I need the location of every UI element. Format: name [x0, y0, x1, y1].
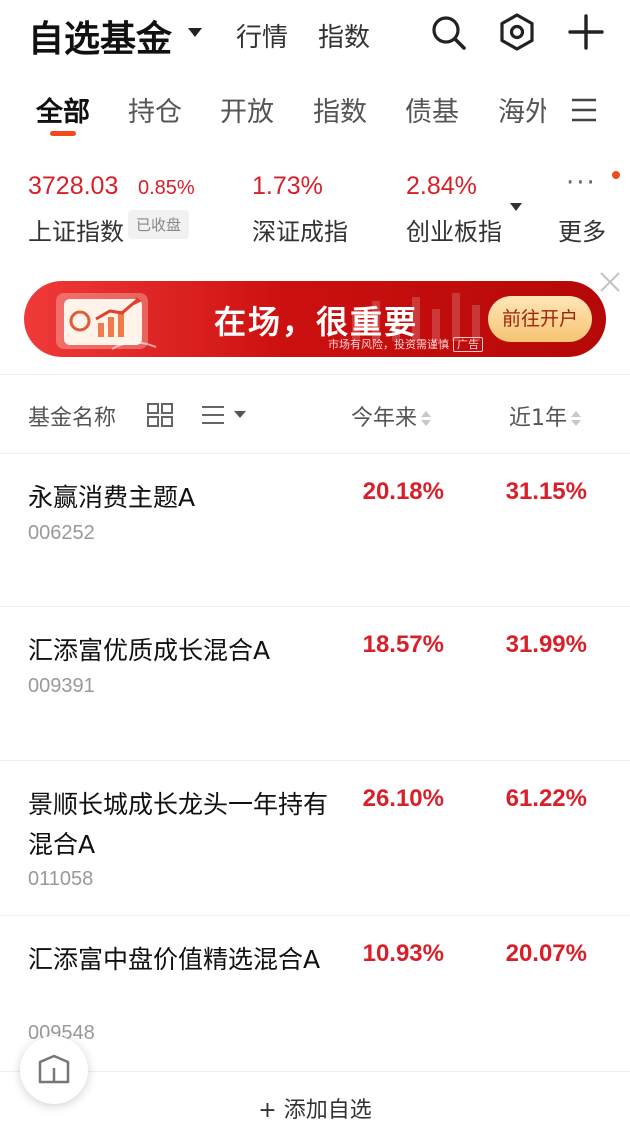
disclaimer-text: 市场有风险，投资需谨慎 — [328, 338, 449, 351]
top-header: 自选基金 行情 指数 — [0, 0, 630, 72]
nav-index[interactable]: 指数 — [318, 17, 370, 54]
tab-overseas[interactable]: 海外 — [498, 90, 546, 129]
grid-view-icon[interactable] — [146, 402, 174, 428]
risk-disclaimer: 市场有风险，投资需谨慎 广告 — [328, 336, 483, 352]
market-indices: 3728.03 0.85% 上证指数 已收盘 1.73% 深证成指 2.84% … — [0, 168, 630, 248]
notification-dot — [612, 171, 620, 179]
fund-row[interactable]: 汇添富优质成长混合A 009391 18.57% 31.99% — [0, 607, 630, 761]
list-filter-icon[interactable] — [200, 402, 250, 428]
open-account-button[interactable]: 前往开户 — [488, 296, 592, 342]
column-1y-label: 近1年 — [509, 406, 567, 431]
fund-1y-return: 31.99% — [505, 631, 587, 658]
menu-lines-icon[interactable] — [570, 96, 598, 124]
add-favorite-button[interactable]: + 添加自选 — [0, 1092, 630, 1124]
fund-1y-return: 20.07% — [505, 940, 587, 967]
more-label: 更多 — [558, 218, 606, 246]
settings-hex-icon[interactable] — [497, 12, 537, 52]
sort-icon — [421, 411, 432, 427]
category-tabs: 全部 持仓 开放 指数 债基 海外 — [0, 84, 630, 140]
fund-row[interactable]: 汇添富中盘价值精选混合A 009548 10.93% 20.07% — [0, 916, 630, 1072]
column-1y[interactable]: 近1年 — [509, 400, 581, 432]
close-icon[interactable] — [598, 270, 622, 294]
search-icon[interactable] — [428, 12, 468, 52]
plus-icon[interactable] — [566, 12, 606, 52]
tab-all[interactable]: 全部 — [36, 90, 90, 129]
active-tab-indicator — [50, 131, 76, 136]
fund-ytd-return: 26.10% — [362, 785, 444, 812]
tab-bond[interactable]: 债基 — [405, 90, 459, 129]
fund-ytd-return: 18.57% — [362, 631, 444, 658]
fund-code: 009391 — [28, 675, 95, 697]
fund-row[interactable]: 景顺长城成长龙头一年持有混合A 011058 26.10% 61.22% — [0, 761, 630, 916]
index-name: 上证指数 — [28, 218, 124, 246]
fund-1y-return: 31.15% — [505, 478, 587, 505]
fund-1y-return: 61.22% — [505, 785, 587, 812]
fund-name: 景顺长城成长龙头一年持有混合A — [28, 790, 329, 859]
index-value: 2.84% — [406, 172, 477, 200]
promo-banner[interactable]: 在场，很重要 前往开户 市场有风险，投资需谨慎 广告 — [24, 281, 606, 357]
fund-name: 永赢消费主题A — [28, 483, 196, 512]
ad-tag: 广告 — [453, 337, 483, 352]
more-dots-icon: ··· — [566, 168, 597, 198]
column-ytd[interactable]: 今年来 — [351, 400, 432, 432]
fund-ytd-return: 10.93% — [362, 940, 444, 967]
column-fund-name: 基金名称 — [28, 406, 117, 431]
fund-code: 011058 — [28, 868, 94, 890]
fund-name: 汇添富优质成长混合A — [28, 636, 271, 665]
title-dropdown-icon[interactable] — [188, 28, 202, 37]
sort-icon — [571, 411, 581, 427]
page-title[interactable]: 自选基金 — [28, 10, 172, 62]
divider — [0, 374, 630, 375]
fund-row[interactable]: 永赢消费主题A 006252 20.18% 31.15% — [0, 454, 630, 607]
tab-open[interactable]: 开放 — [220, 90, 274, 129]
index-name: 深证成指 — [252, 218, 348, 246]
nav-market[interactable]: 行情 — [236, 17, 288, 54]
index-value: 1.73% — [252, 172, 323, 200]
tab-holdings[interactable]: 持仓 — [128, 90, 182, 129]
column-ytd-label: 今年来 — [351, 406, 418, 431]
tab-index[interactable]: 指数 — [313, 90, 367, 129]
divider — [0, 1071, 630, 1072]
fund-ytd-return: 20.18% — [362, 478, 444, 505]
growth-board-icon — [56, 293, 157, 350]
index-change: 0.85% — [138, 177, 195, 199]
fund-name: 汇添富中盘价值精选混合A — [28, 945, 321, 974]
floating-collapse-button[interactable] — [20, 1036, 88, 1104]
index-dropdown-icon[interactable] — [510, 203, 522, 211]
index-name: 创业板指 — [406, 218, 502, 246]
market-closed-badge: 已收盘 — [128, 210, 190, 239]
collapse-window-icon — [38, 1054, 70, 1084]
index-value: 3728.03 — [28, 172, 119, 200]
fund-code: 006252 — [28, 522, 95, 544]
